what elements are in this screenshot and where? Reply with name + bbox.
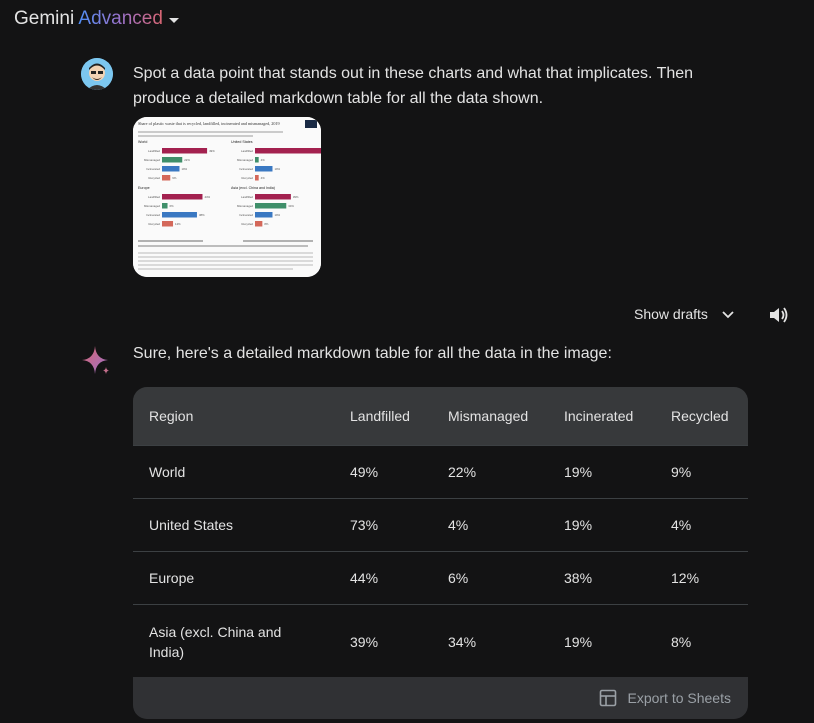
thumb-bar — [255, 166, 273, 172]
gemini-sparkle-icon — [82, 346, 109, 374]
header-incinerated: Incinerated — [564, 408, 634, 424]
thumb-panel-title: Europe — [138, 186, 150, 190]
thumb-bar — [162, 194, 203, 200]
thumb-row-label: Incinerated — [146, 213, 160, 217]
cell-region: Europe — [149, 570, 195, 586]
thumb-bar — [255, 221, 263, 227]
attached-image[interactable]: Share of plastic waste that is recycled,… — [133, 117, 321, 277]
thumb-bar — [255, 157, 259, 163]
cell-recycled: 4% — [671, 517, 692, 533]
thumb-row-label: Incinerated — [239, 213, 253, 217]
response-text: Sure, here's a detailed markdown table f… — [133, 345, 612, 362]
thumb-row-label: Mismanaged — [237, 158, 253, 162]
thumb-row-label: Landfilled — [241, 149, 253, 153]
thumb-bar-value: 19% — [181, 167, 187, 171]
thumb-bar — [162, 166, 180, 172]
thumb-bar-value: 49% — [209, 149, 215, 153]
cell-recycled: 9% — [671, 464, 692, 480]
thumb-bar-value: 19% — [274, 213, 280, 217]
thumb-bar-value: 4% — [261, 176, 266, 180]
table-row: Europe 44% 6% 38% 12% — [133, 551, 748, 604]
sheets-icon — [600, 689, 617, 707]
thumb-bar-value: 12% — [175, 222, 181, 226]
thumb-bar-value: 34% — [288, 204, 294, 208]
model-selector[interactable]: Gemini Advanced — [14, 8, 179, 30]
user-avatar[interactable] — [81, 58, 113, 90]
cell-landfilled: 44% — [350, 570, 379, 586]
thumb-row-label: Incinerated — [239, 167, 253, 171]
thumb-bar-value: 44% — [204, 195, 210, 199]
thumb-row-label: Mismanaged — [237, 204, 253, 208]
show-drafts-label: Show drafts — [634, 306, 708, 322]
cell-recycled: 12% — [671, 570, 700, 586]
thumb-panel-title: Asia (excl. China and India) — [231, 186, 275, 190]
app-title: Gemini Advanced — [14, 8, 163, 29]
thumb-row-label: Landfilled — [148, 195, 160, 199]
thumb-row-label: Recycled — [241, 222, 253, 226]
thumb-bar — [162, 221, 174, 227]
header-region: Region — [149, 408, 194, 424]
thumb-bar-value: 22% — [184, 158, 190, 162]
header-recycled: Recycled — [671, 408, 729, 424]
thumb-bar-value: 38% — [199, 213, 205, 217]
cell-mismanaged: 22% — [448, 464, 477, 480]
table-row: World 49% 22% 19% 9% — [133, 445, 748, 498]
thumb-row-label: Landfilled — [148, 149, 160, 153]
cell-incinerated: 19% — [564, 464, 593, 480]
thumb-panel-title: World — [138, 140, 147, 144]
cell-region: United States — [149, 517, 234, 533]
user-prompt: Spot a data point that stands out in the… — [133, 65, 694, 107]
thumb-row-label: Recycled — [148, 222, 160, 226]
thumb-row-label: Mismanaged — [144, 204, 160, 208]
thumb-bar-value: 19% — [274, 167, 280, 171]
table-row: Asia (excl. China and India) 39% 34% 19%… — [133, 604, 748, 678]
thumb-bar — [162, 148, 208, 154]
thumb-bar — [162, 175, 171, 181]
table-header: Region Landfilled Mismanaged Incinerated… — [133, 387, 748, 445]
header-landfilled: Landfilled — [350, 408, 410, 424]
cell-mismanaged: 34% — [448, 633, 477, 650]
thumb-bar — [255, 148, 321, 154]
cell-incinerated: 19% — [564, 633, 593, 650]
thumb-bar-value: 39% — [293, 195, 299, 199]
thumb-bar — [162, 203, 168, 209]
thumb-bar — [255, 203, 287, 209]
cell-recycled: 8% — [671, 633, 692, 650]
thumb-bar — [255, 212, 273, 218]
cell-landfilled: 49% — [350, 464, 379, 480]
thumb-row-label: Recycled — [148, 176, 160, 180]
show-drafts-button[interactable]: Show drafts — [634, 306, 736, 322]
thumb-bar — [162, 212, 197, 218]
export-to-sheets-button[interactable]: Export to Sheets — [133, 677, 748, 719]
thumb-panel-title: United States — [231, 140, 253, 144]
thumb-row-label: Landfilled — [241, 195, 253, 199]
thumb-bar-value: 4% — [261, 158, 266, 162]
cell-region: Asia (excl. China and India) — [149, 623, 282, 660]
thumb-row-label: Incinerated — [146, 167, 160, 171]
data-table: Region Landfilled Mismanaged Incinerated… — [133, 387, 748, 719]
thumb-bar-value: 9% — [172, 176, 177, 180]
header-mismanaged: Mismanaged — [448, 408, 529, 424]
thumb-bar — [255, 194, 291, 200]
cell-mismanaged: 6% — [448, 570, 469, 586]
table-row: United States 73% 4% 19% 4% — [133, 498, 748, 551]
thumb-bar-value: 6% — [170, 204, 175, 208]
cell-mismanaged: 4% — [448, 517, 469, 533]
thumb-bar — [255, 175, 259, 181]
cell-region: World — [149, 464, 186, 480]
cell-incinerated: 38% — [564, 570, 593, 586]
chevron-down-icon — [722, 311, 734, 319]
speaker-icon[interactable] — [768, 305, 790, 325]
cell-landfilled: 39% — [350, 633, 379, 650]
thumb-bar — [162, 157, 183, 163]
cell-landfilled: 73% — [350, 517, 379, 533]
export-label: Export to Sheets — [627, 690, 731, 706]
thumb-row-label: Mismanaged — [144, 158, 160, 162]
cell-incinerated: 19% — [564, 517, 593, 533]
thumb-bar-value: 8% — [264, 222, 269, 226]
chevron-down-icon — [168, 18, 179, 23]
thumb-row-label: Recycled — [241, 176, 253, 180]
